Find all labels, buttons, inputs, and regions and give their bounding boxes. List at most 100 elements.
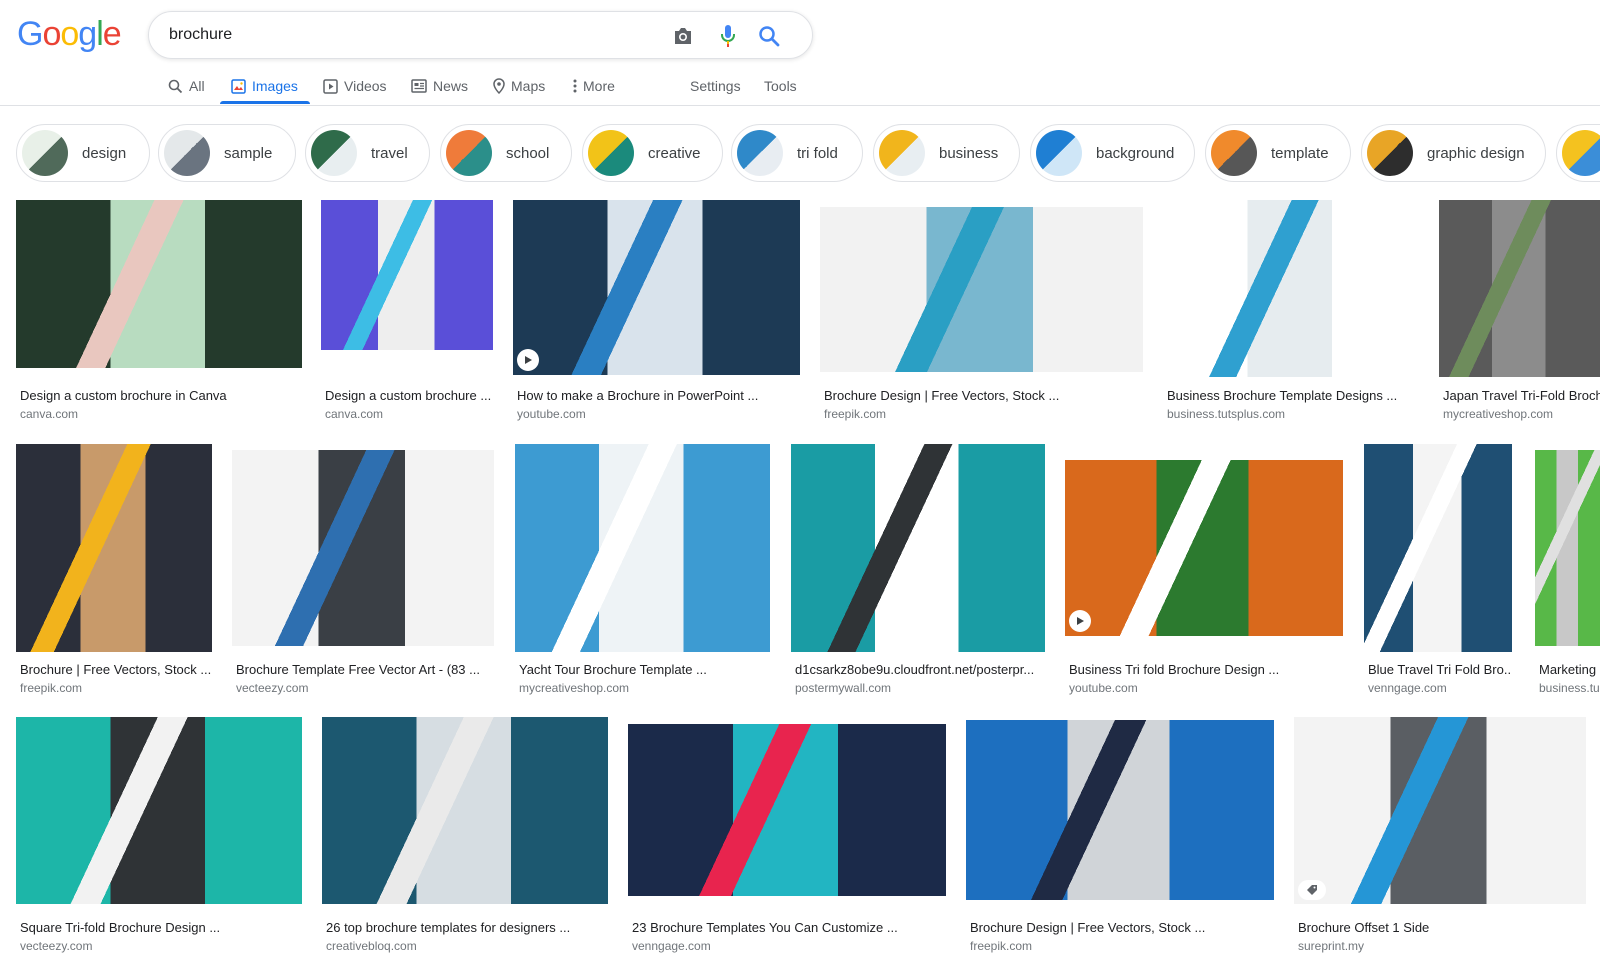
result-image[interactable] xyxy=(515,444,770,652)
google-logo[interactable]: Google xyxy=(17,15,122,54)
result-source[interactable]: canva.com xyxy=(20,407,300,421)
tab-news[interactable]: News xyxy=(411,66,468,106)
image-result[interactable]: How to make a Brochure in PowerPoint ...… xyxy=(513,200,800,421)
result-image[interactable] xyxy=(966,720,1274,900)
result-title[interactable]: Brochure Design | Free Vectors, Stock ..… xyxy=(824,388,1143,403)
tab-images[interactable]: Images xyxy=(231,66,298,106)
result-source[interactable]: mycreativeshop.com xyxy=(1443,407,1600,421)
chip-school[interactable]: school xyxy=(440,124,572,182)
chip-creative[interactable]: creative xyxy=(582,124,723,182)
result-title[interactable]: Blue Travel Tri Fold Bro... xyxy=(1368,662,1512,677)
result-source[interactable]: canva.com xyxy=(325,407,493,421)
image-result[interactable]: Brochure Template Free Vector Art - (83 … xyxy=(232,444,494,695)
image-result[interactable]: Brochure Design | Free Vectors, Stock ..… xyxy=(820,200,1143,421)
image-result[interactable]: Business Tri fold Brochure Design ... yo… xyxy=(1065,444,1343,695)
microphone-icon[interactable] xyxy=(716,24,740,48)
result-title[interactable]: d1csarkz8obe9u.cloudfront.net/posterpr..… xyxy=(795,662,1045,677)
result-title[interactable]: 26 top brochure templates for designers … xyxy=(326,920,608,935)
result-title[interactable]: Japan Travel Tri-Fold Brochure xyxy=(1443,388,1600,403)
result-title[interactable]: Business Brochure Template Designs ... xyxy=(1167,388,1419,403)
result-image[interactable] xyxy=(628,724,946,896)
image-result[interactable]: Brochure | Free Vectors, Stock ... freep… xyxy=(16,444,212,695)
tab-all-label: All xyxy=(189,78,205,94)
search-icon[interactable] xyxy=(757,24,781,48)
chip-template[interactable]: template xyxy=(1205,124,1351,182)
image-result[interactable]: Marketing ... business.tu... xyxy=(1535,444,1600,695)
result-source[interactable]: freepik.com xyxy=(20,681,212,695)
image-result[interactable]: Design a custom brochure ... canva.com xyxy=(321,200,493,421)
camera-icon[interactable] xyxy=(671,24,695,48)
result-title[interactable]: How to make a Brochure in PowerPoint ... xyxy=(517,388,800,403)
result-image[interactable] xyxy=(1163,200,1419,377)
result-image[interactable] xyxy=(1535,450,1600,646)
image-result[interactable]: Yacht Tour Brochure Template ... mycreat… xyxy=(515,444,770,695)
result-source[interactable]: freepik.com xyxy=(970,939,1274,953)
result-source[interactable]: business.tu... xyxy=(1539,681,1600,695)
image-result[interactable]: Brochure Offset 1 Side sureprint.my xyxy=(1294,717,1586,961)
chip-business[interactable]: business xyxy=(873,124,1020,182)
result-title[interactable]: 23 Brochure Templates You Can Customize … xyxy=(632,920,946,935)
result-image[interactable] xyxy=(16,444,212,652)
image-result[interactable]: 26 top brochure templates for designers … xyxy=(322,717,608,961)
result-source[interactable]: sureprint.my xyxy=(1298,939,1586,953)
result-image[interactable] xyxy=(1439,200,1600,377)
result-image[interactable] xyxy=(16,717,302,904)
settings-link[interactable]: Settings xyxy=(690,66,741,106)
result-title[interactable]: Yacht Tour Brochure Template ... xyxy=(519,662,770,677)
chip-design[interactable]: design xyxy=(16,124,150,182)
result-image[interactable] xyxy=(232,450,494,646)
image-result[interactable]: Design a custom brochure in Canva canva.… xyxy=(16,200,302,421)
result-source[interactable]: postermywall.com xyxy=(795,681,1045,695)
logo-letter: g xyxy=(78,15,97,53)
result-title[interactable]: Brochure Offset 1 Side xyxy=(1298,920,1586,935)
image-result[interactable]: Square Tri-fold Brochure Design ... vect… xyxy=(16,717,302,961)
result-title[interactable]: Brochure Design | Free Vectors, Stock ..… xyxy=(970,920,1274,935)
result-title[interactable]: Square Tri-fold Brochure Design ... xyxy=(20,920,302,935)
search-input[interactable] xyxy=(169,22,649,48)
result-source[interactable]: creativebloq.com xyxy=(326,939,608,953)
chip-sample[interactable]: sample xyxy=(158,124,296,182)
result-source[interactable]: vecteezy.com xyxy=(20,939,302,953)
image-result[interactable]: Japan Travel Tri-Fold Brochure mycreativ… xyxy=(1439,200,1600,421)
result-source[interactable]: venngage.com xyxy=(1368,681,1512,695)
image-result[interactable]: Brochure Design | Free Vectors, Stock ..… xyxy=(966,717,1274,961)
chip-travel[interactable]: travel xyxy=(305,124,430,182)
tab-videos[interactable]: Videos xyxy=(323,66,387,106)
tab-maps[interactable]: Maps xyxy=(493,66,545,106)
result-image[interactable] xyxy=(321,200,493,350)
result-title[interactable]: Business Tri fold Brochure Design ... xyxy=(1069,662,1343,677)
result-image[interactable] xyxy=(791,444,1045,652)
result-title[interactable]: Design a custom brochure in Canva xyxy=(20,388,300,403)
tab-all[interactable]: All xyxy=(168,66,205,106)
image-result[interactable]: Blue Travel Tri Fold Bro... venngage.com xyxy=(1364,444,1512,695)
result-title[interactable]: Brochure | Free Vectors, Stock ... xyxy=(20,662,212,677)
result-source[interactable]: venngage.com xyxy=(632,939,946,953)
result-image[interactable] xyxy=(322,717,608,904)
chip-more[interactable] xyxy=(1556,124,1600,182)
result-title[interactable]: Brochure Template Free Vector Art - (83 … xyxy=(236,662,494,677)
chip-tri-fold[interactable]: tri fold xyxy=(731,124,863,182)
image-result[interactable]: d1csarkz8obe9u.cloudfront.net/posterpr..… xyxy=(791,444,1045,695)
chip-background[interactable]: background xyxy=(1030,124,1195,182)
tools-link[interactable]: Tools xyxy=(764,66,797,106)
chip-label: travel xyxy=(371,144,408,162)
result-source[interactable]: mycreativeshop.com xyxy=(519,681,770,695)
search-icon xyxy=(168,79,183,93)
chip-graphic-design[interactable]: graphic design xyxy=(1361,124,1546,182)
result-source[interactable]: youtube.com xyxy=(517,407,800,421)
result-source[interactable]: business.tutsplus.com xyxy=(1167,407,1419,421)
result-source[interactable]: vecteezy.com xyxy=(236,681,494,695)
result-image[interactable] xyxy=(820,207,1143,372)
tab-more[interactable]: More xyxy=(573,66,615,106)
image-result[interactable]: 23 Brochure Templates You Can Customize … xyxy=(628,717,946,961)
result-image[interactable] xyxy=(513,200,800,375)
result-image[interactable] xyxy=(1364,444,1512,652)
result-source[interactable]: youtube.com xyxy=(1069,681,1343,695)
result-title[interactable]: Design a custom brochure ... xyxy=(325,388,493,403)
result-image[interactable] xyxy=(1294,717,1586,904)
image-result[interactable]: Business Brochure Template Designs ... b… xyxy=(1163,200,1419,421)
result-image[interactable] xyxy=(1065,460,1343,636)
result-title[interactable]: Marketing ... xyxy=(1539,662,1600,677)
result-source[interactable]: freepik.com xyxy=(824,407,1143,421)
result-image[interactable] xyxy=(16,200,302,368)
